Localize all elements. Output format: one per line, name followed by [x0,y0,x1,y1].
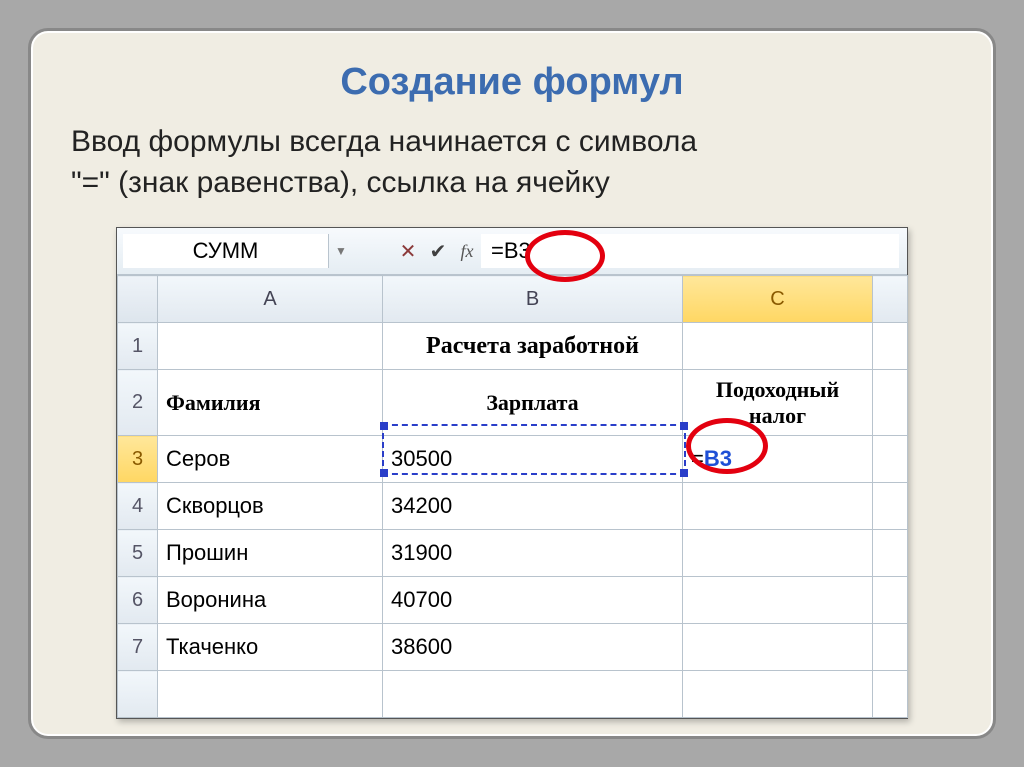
cell-D8[interactable] [873,671,908,718]
cell-D4[interactable] [873,483,908,530]
cell-C2-line2: налог [749,403,806,428]
cell-C4[interactable] [683,483,873,530]
cell-A1[interactable] [158,323,383,370]
fx-icon[interactable]: fx [453,228,481,274]
cell-D6[interactable] [873,577,908,624]
formula-bar: СУММ ▼ ✕ ✔ fx =B3 [117,228,907,275]
cell-A6[interactable]: Воронина [158,577,383,624]
slide-card: Создание формул Ввод формулы всегда начи… [28,28,996,739]
cell-C2[interactable]: Подоходный налог [683,370,873,436]
cell-B5-text: 31900 [383,536,682,570]
row-header-8[interactable] [118,671,158,718]
cell-B1[interactable]: Расчета заработной [383,323,683,370]
formula-cancel-button[interactable]: ✕ [393,228,423,274]
cell-D1[interactable] [873,323,908,370]
col-header-A[interactable]: A [158,276,383,323]
cell-B4-text: 34200 [383,489,682,523]
slide-text-line2: "=" (знак равенства), ссылка на ячейку [71,166,610,199]
cell-A5-text: Прошин [158,536,382,570]
cell-A4-text: Скворцов [158,489,382,523]
cell-B2[interactable]: Зарплата [383,370,683,436]
cell-A6-text: Воронина [158,583,382,617]
col-header-B[interactable]: B [383,276,683,323]
cell-A3[interactable]: Серов [158,436,383,483]
cell-C3-ref: B3 [704,446,732,471]
cell-A8[interactable] [158,671,383,718]
cell-B2-text: Зарплата [383,386,682,419]
cell-B6[interactable]: 40700 [383,577,683,624]
col-header-C[interactable]: C [683,276,873,323]
slide-text-line1: Ввод формулы всегда начинается с символа [71,125,697,158]
col-header-next[interactable] [873,276,908,323]
cell-C3-eq: = [691,446,704,471]
row-header-6[interactable]: 6 [118,577,158,624]
select-all-corner[interactable] [118,276,158,323]
cell-B5[interactable]: 31900 [383,530,683,577]
cell-C3[interactable]: =B3 [683,436,873,483]
cell-D3[interactable] [873,436,908,483]
formula-input-value: =B3 [491,238,531,264]
cell-B8[interactable] [383,671,683,718]
cell-C2-text: Подоходный налог [683,377,872,428]
cell-A4[interactable]: Скворцов [158,483,383,530]
cell-A7-text: Ткаченко [158,630,382,664]
cell-C2-line1: Подоходный [716,377,839,402]
row-header-1[interactable]: 1 [118,323,158,370]
row-header-3[interactable]: 3 [118,436,158,483]
excel-screenshot: СУММ ▼ ✕ ✔ fx =B3 A B [116,227,908,719]
cell-B7[interactable]: 38600 [383,624,683,671]
cell-D5[interactable] [873,530,908,577]
name-box-dropdown-icon[interactable]: ▼ [329,228,353,274]
cell-D2[interactable] [873,370,908,436]
cell-B6-text: 40700 [383,583,682,617]
cell-A2[interactable]: Фамилия [158,370,383,436]
cell-B3[interactable]: 30500 [383,436,683,483]
cell-A5[interactable]: Прошин [158,530,383,577]
cell-C7[interactable] [683,624,873,671]
row-header-5[interactable]: 5 [118,530,158,577]
cell-C5[interactable] [683,530,873,577]
slide-text: Ввод формулы всегда начинается с символа… [71,122,953,203]
spreadsheet-grid[interactable]: A B C 1 Расчета заработной 2 Фам [117,275,908,718]
cell-C8[interactable] [683,671,873,718]
cell-D7[interactable] [873,624,908,671]
slide-title: Создание формул [71,61,953,104]
formula-input[interactable]: =B3 [481,234,899,268]
cell-A2-text: Фамилия [158,386,382,420]
cell-B4[interactable]: 34200 [383,483,683,530]
cell-A7[interactable]: Ткаченко [158,624,383,671]
cell-B3-text: 30500 [383,442,682,476]
name-box[interactable]: СУММ [123,234,329,268]
cell-C1[interactable] [683,323,873,370]
cell-C6[interactable] [683,577,873,624]
cell-C3-text: =B3 [683,442,872,476]
cell-B7-text: 38600 [383,630,682,664]
cell-A3-text: Серов [158,442,382,476]
row-header-4[interactable]: 4 [118,483,158,530]
row-header-2[interactable]: 2 [118,370,158,436]
row-header-7[interactable]: 7 [118,624,158,671]
cell-B1-text: Расчета заработной [383,329,682,364]
formula-accept-button[interactable]: ✔ [423,228,453,274]
